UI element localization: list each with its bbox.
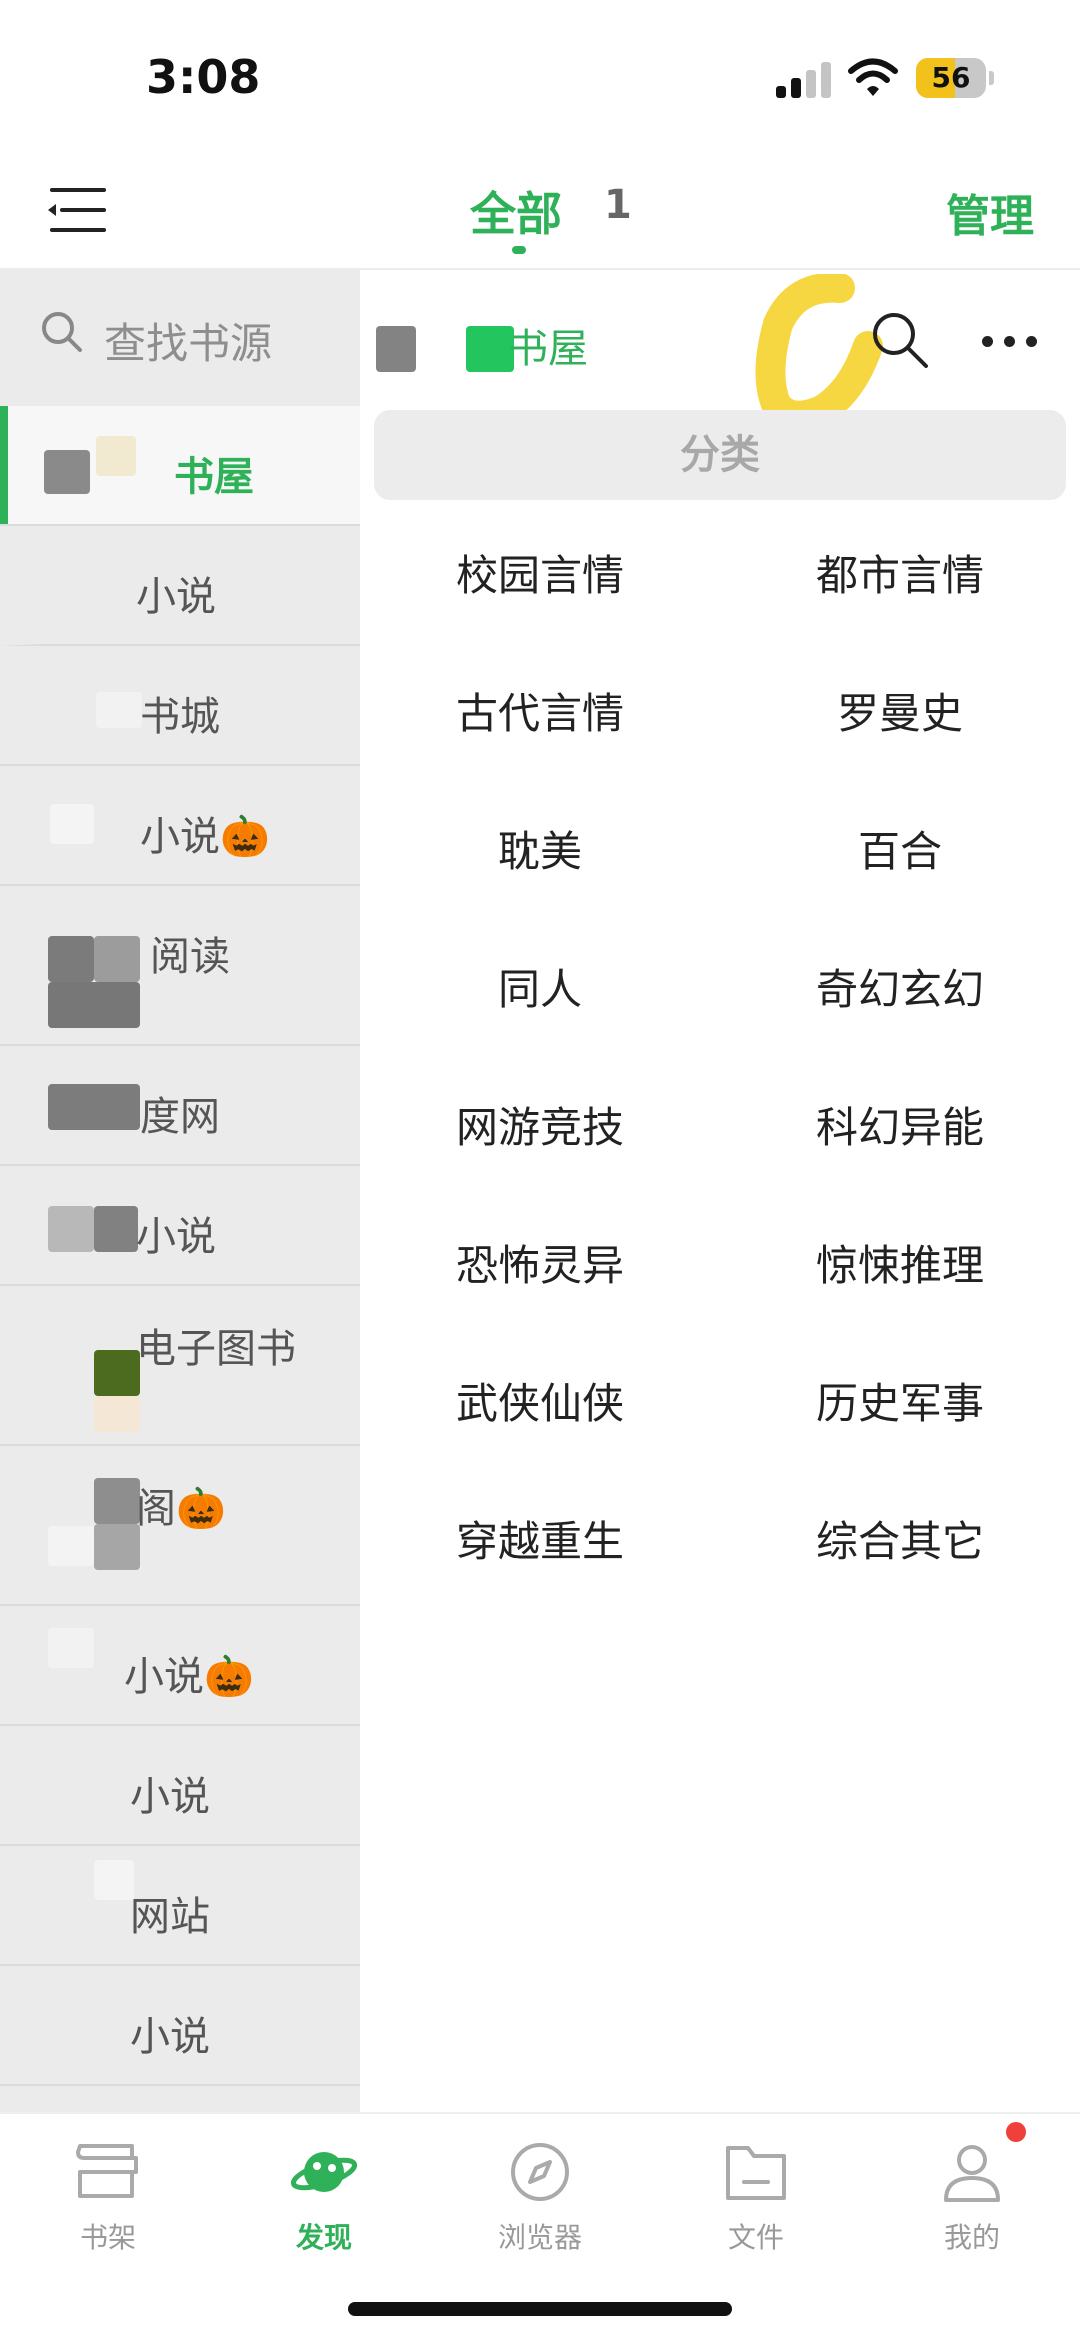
wifi-icon bbox=[848, 58, 898, 96]
sidebar-item-label: 电子图书 bbox=[136, 1326, 296, 1372]
sidebar-item[interactable]: 小说 bbox=[0, 526, 360, 646]
sidebar-item-label: 阁🎃 bbox=[136, 1486, 226, 1532]
search-icon bbox=[42, 312, 82, 352]
sidebar-item-label: 小说 bbox=[136, 1214, 216, 1260]
source-avatar-blurred bbox=[48, 1628, 94, 1668]
more-icon[interactable] bbox=[982, 334, 1038, 350]
sidebar-item-label: 小说🎃 bbox=[124, 1654, 254, 1700]
source-avatar-blurred bbox=[48, 1526, 94, 1566]
sidebar-item-label: 小说 bbox=[130, 1774, 210, 1820]
cellular-signal-icon bbox=[776, 62, 832, 98]
compass-icon bbox=[511, 2143, 569, 2201]
category-item[interactable]: 恐怖灵异 bbox=[360, 1232, 720, 1293]
category-item[interactable]: 都市言情 bbox=[720, 542, 1080, 603]
source-title: 书屋 bbox=[508, 326, 588, 372]
menu-icon[interactable] bbox=[44, 182, 110, 238]
source-icon bbox=[466, 326, 514, 372]
category-item[interactable]: 古代言情 bbox=[360, 680, 720, 741]
category-item[interactable]: 同人 bbox=[360, 956, 720, 1017]
category-item[interactable]: 科幻异能 bbox=[720, 1094, 1080, 1155]
source-name-blurred bbox=[96, 692, 142, 728]
sidebar-item[interactable]: 书城 bbox=[0, 646, 360, 766]
category-item[interactable]: 校园言情 bbox=[360, 542, 720, 603]
notification-badge bbox=[1006, 2122, 1026, 2142]
source-content-panel: 书屋 分类 校园言情 都市言情 古代言情 罗曼史 耽美 百合 同人 奇幻玄幻 网… bbox=[360, 270, 1080, 2112]
nav-label: 我的 bbox=[943, 2221, 1000, 2254]
planet-icon bbox=[290, 2152, 358, 2192]
source-avatar-blurred bbox=[94, 1350, 140, 1396]
sidebar-item[interactable]: 小说🎃 bbox=[0, 1606, 360, 1726]
source-avatar-blurred bbox=[48, 1084, 140, 1130]
category-item[interactable]: 惊悚推理 bbox=[720, 1232, 1080, 1293]
source-avatar-blurred bbox=[44, 450, 90, 494]
source-name-blurred bbox=[96, 436, 136, 476]
group-count: 1 bbox=[604, 182, 632, 228]
sidebar-item[interactable]: 小说🎃 bbox=[0, 766, 360, 886]
sidebar-item[interactable]: 网站 bbox=[0, 1846, 360, 1966]
source-avatar-blurred bbox=[48, 1206, 94, 1252]
source-avatar-blurred bbox=[94, 1478, 140, 1524]
source-avatar-blurred bbox=[48, 936, 94, 982]
tab-indicator bbox=[512, 246, 526, 254]
person-icon bbox=[944, 2145, 1000, 2202]
top-header: 全部 1 管理 bbox=[0, 150, 1080, 270]
source-search[interactable]: 查找书源 bbox=[0, 270, 360, 406]
source-avatar-blurred bbox=[94, 936, 140, 982]
category-item[interactable]: 武侠仙侠 bbox=[360, 1370, 720, 1431]
sidebar-item[interactable]: 书屋 bbox=[0, 406, 360, 526]
nav-label: 发现 bbox=[295, 2221, 352, 2254]
sidebar-item[interactable]: 小说 bbox=[0, 1726, 360, 1846]
category-item[interactable]: 奇幻玄幻 bbox=[720, 956, 1080, 1017]
source-icon-blurred bbox=[376, 326, 416, 372]
folder-icon bbox=[726, 2146, 786, 2200]
sidebar-item[interactable]: 阅读 bbox=[0, 886, 360, 1046]
sidebar-item-label: 书城 bbox=[140, 694, 220, 740]
search-input[interactable]: 查找书源 bbox=[104, 310, 272, 371]
nav-label: 文件 bbox=[727, 2221, 784, 2254]
nav-bookshelf[interactable]: 书架 bbox=[0, 2114, 216, 2341]
sidebar-item-label: 小说 bbox=[136, 574, 216, 620]
category-item[interactable]: 耽美 bbox=[360, 818, 720, 879]
source-avatar-blurred bbox=[94, 1524, 140, 1570]
category-section-header: 分类 bbox=[374, 410, 1066, 500]
sidebar-item-label: 阅读 bbox=[150, 934, 230, 980]
nav-mine[interactable]: 我的 bbox=[864, 2114, 1080, 2341]
battery-icon: 56 bbox=[916, 58, 986, 98]
category-item[interactable]: 百合 bbox=[720, 818, 1080, 879]
home-indicator[interactable] bbox=[348, 2302, 732, 2316]
sidebar-item-label: 小说 bbox=[130, 2014, 210, 2060]
source-avatar-blurred bbox=[94, 1396, 140, 1432]
category-item[interactable]: 历史军事 bbox=[720, 1370, 1080, 1431]
nav-label: 浏览器 bbox=[497, 2221, 582, 2254]
category-item[interactable]: 网游竞技 bbox=[360, 1094, 720, 1155]
sidebar-item-label: 书屋 bbox=[174, 454, 254, 500]
sidebar-item-label: 度网 bbox=[140, 1094, 220, 1140]
category-item[interactable]: 穿越重生 bbox=[360, 1508, 720, 1569]
sidebar-item[interactable]: 阁🎃 bbox=[0, 1446, 360, 1606]
sidebar-item[interactable]: 度网 bbox=[0, 1046, 360, 1166]
status-bar: 3:08 56 bbox=[0, 0, 1080, 150]
source-avatar-blurred bbox=[48, 982, 140, 1028]
sidebar-item-label: 网站 bbox=[130, 1894, 210, 1940]
nav-label: 书架 bbox=[79, 2221, 136, 2254]
category-item[interactable]: 罗曼史 bbox=[720, 680, 1080, 741]
sidebar-item[interactable]: 电子图书 bbox=[0, 1286, 360, 1446]
sidebar-item-label: 小说🎃 bbox=[140, 814, 270, 860]
battery-cap bbox=[989, 71, 994, 85]
source-avatar-blurred bbox=[94, 1206, 138, 1252]
category-item[interactable]: 综合其它 bbox=[720, 1508, 1080, 1569]
sidebar-item[interactable]: 小说 bbox=[0, 1166, 360, 1286]
status-time: 3:08 bbox=[146, 50, 261, 104]
search-icon[interactable] bbox=[870, 310, 932, 372]
bookshelf-icon bbox=[76, 2144, 138, 2198]
source-avatar-blurred bbox=[94, 1860, 134, 1900]
source-sidebar[interactable]: 查找书源 书屋 小说 书城 小说🎃 阅读 度网 小说 电子图书 阁🎃 小说🎃 小… bbox=[0, 270, 360, 2112]
group-tab-all[interactable]: 全部 bbox=[470, 178, 562, 244]
source-name-blurred bbox=[50, 804, 94, 844]
battery-percent: 56 bbox=[931, 61, 971, 94]
sidebar-item[interactable]: 小说 bbox=[0, 1966, 360, 2086]
manage-button[interactable]: 管理 bbox=[946, 180, 1034, 244]
